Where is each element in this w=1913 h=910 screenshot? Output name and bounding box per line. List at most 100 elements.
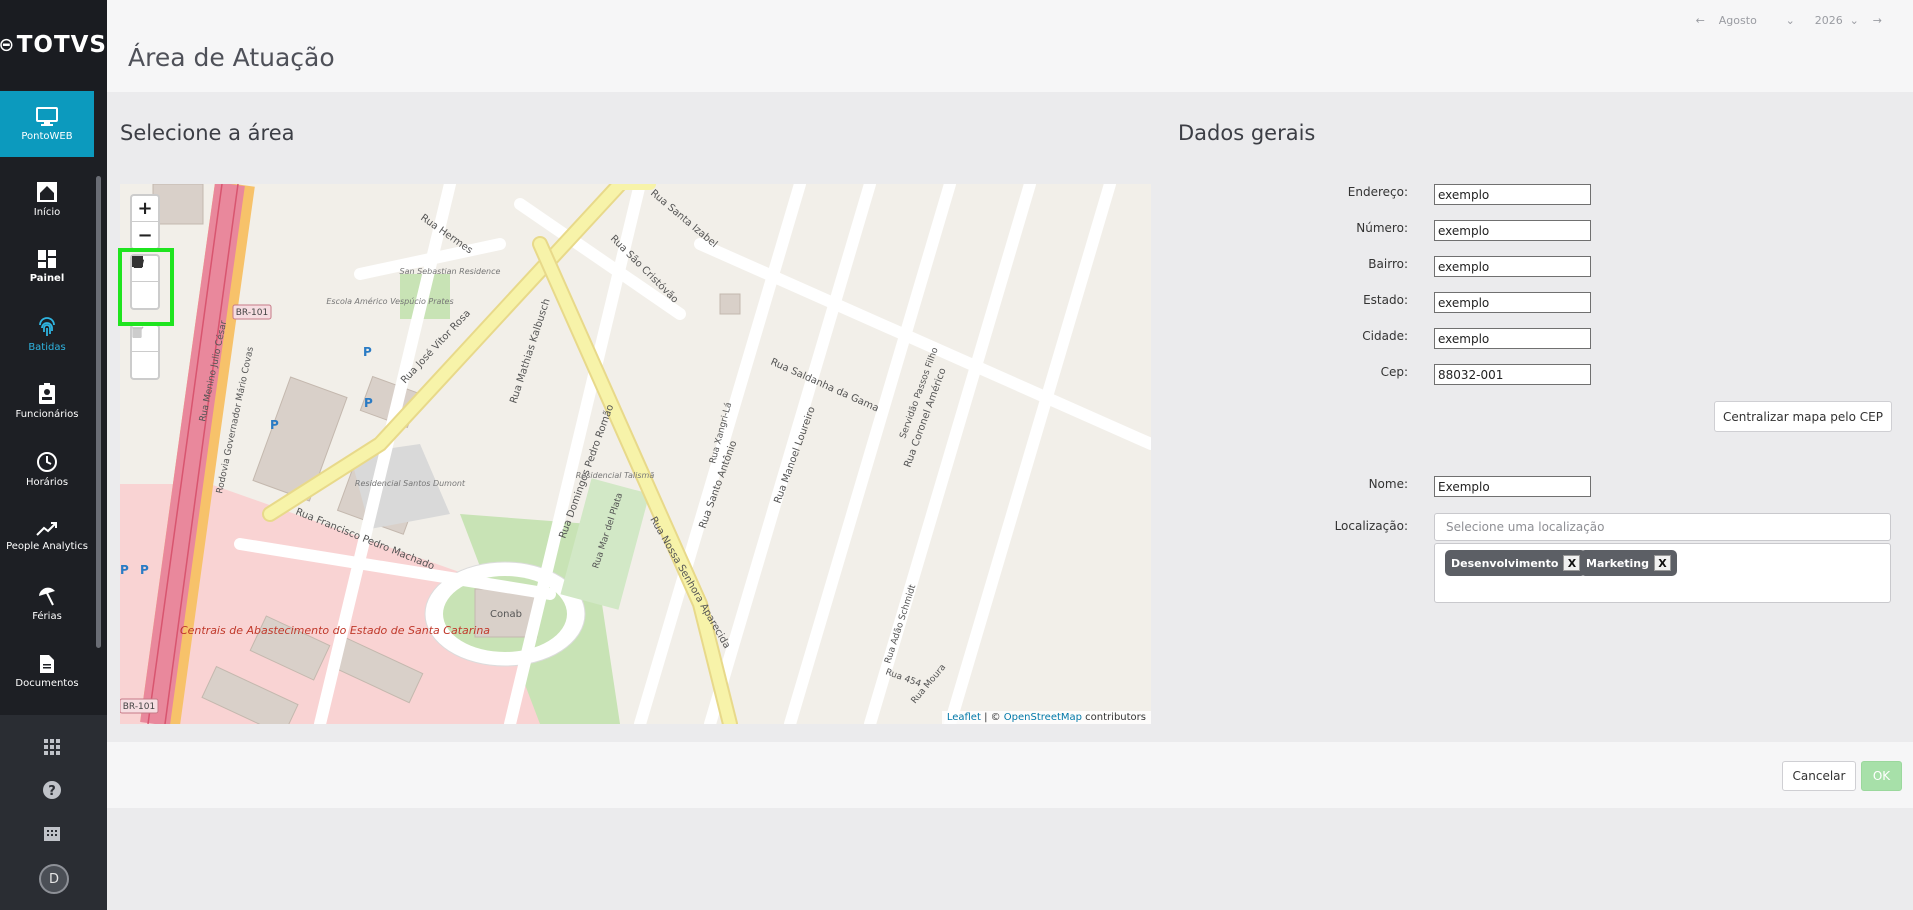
apps-grid-icon[interactable] <box>38 733 66 761</box>
sidebar-item-inicio[interactable]: Início <box>0 166 94 232</box>
sidebar-item-batidas[interactable]: Batidas <box>0 301 94 367</box>
month-select[interactable]: Agosto ⌄ <box>1719 14 1801 27</box>
draw-tools-highlight <box>118 248 174 326</box>
map-label-escola: Escola Américo Vespúcio Prates <box>326 296 453 306</box>
sidebar-item-label: PontoWEB <box>21 130 73 142</box>
form-section-title: Dados gerais <box>1178 121 1316 145</box>
leaflet-link[interactable]: Leaflet <box>947 712 981 723</box>
sidebar-item-pontoweb[interactable]: PontoWEB <box>0 91 94 157</box>
sidebar-item-people-analytics[interactable]: People Analytics <box>0 503 94 569</box>
bairro-field[interactable] <box>1434 256 1591 277</box>
field-label-endereco: Endereço: <box>1347 185 1408 199</box>
svg-text:P: P <box>270 418 279 432</box>
map-shield-br101: BR-101 <box>236 308 269 318</box>
map-shield-br101: BR-101 <box>123 702 156 712</box>
map-label-saldanha: Rua Saldanha da Gama <box>769 357 881 415</box>
map-label-mathias: Rua Mathias Kalbusch <box>508 297 552 405</box>
remove-tag-button[interactable]: X <box>1654 555 1672 571</box>
fingerprint-icon <box>39 316 55 336</box>
sidebar-scrollbar[interactable] <box>96 176 101 648</box>
help-icon[interactable]: ? <box>38 776 66 804</box>
center-map-button[interactable]: Centralizar mapa pelo CEP <box>1714 401 1892 432</box>
remove-tag-button[interactable]: X <box>1563 555 1581 571</box>
map-label-santa-izabel: Rua Santa Izabel <box>648 188 719 250</box>
sidebar-item-label: Horários <box>25 476 69 488</box>
page-title: Área de Atuação <box>128 43 335 72</box>
chevron-down-icon: ⌄ <box>1849 14 1859 27</box>
year-select[interactable]: 2026 ⌄ <box>1815 14 1859 27</box>
totvs-logo-icon <box>0 38 13 52</box>
map-attribution: Leaflet | © OpenStreetMap contributors <box>941 711 1151 724</box>
building-icon[interactable] <box>38 819 66 847</box>
map-label-454: Rua 454 <box>884 667 923 689</box>
sidebar-item-label: Férias <box>32 610 62 622</box>
field-label-cidade: Cidade: <box>1362 329 1408 343</box>
nome-field[interactable] <box>1434 476 1591 497</box>
next-period-icon[interactable]: → <box>1873 14 1882 27</box>
tag-desenvolvimento: Desenvolvimento X <box>1445 550 1587 576</box>
map-label-conab: Conab <box>490 609 522 620</box>
field-label-bairro: Bairro: <box>1368 257 1408 271</box>
osm-link[interactable]: OpenStreetMap <box>1004 712 1082 723</box>
beach-umbrella-icon <box>39 587 55 605</box>
brand-name: TOTVS <box>16 32 107 58</box>
numero-field[interactable] <box>1434 220 1591 241</box>
endereco-field[interactable] <box>1434 184 1591 205</box>
map[interactable]: Rua José Vitor Rosa Rua Francisco Pedro … <box>120 184 1151 724</box>
ok-button[interactable]: OK <box>1861 761 1902 791</box>
logo: TOTVS <box>0 0 107 90</box>
trash-icon <box>132 327 142 338</box>
svg-text:P: P <box>140 563 149 577</box>
dashboard-icon <box>38 249 56 268</box>
field-label-estado: Estado: <box>1363 293 1408 307</box>
map-section-title: Selecione a área <box>120 121 295 145</box>
location-select-input[interactable]: Selecione uma localização <box>1434 513 1891 541</box>
sidebar-item-label: Painel <box>29 272 65 284</box>
edit-toolbar <box>130 324 160 380</box>
estado-field[interactable] <box>1434 292 1591 313</box>
field-label-cep: Cep: <box>1380 365 1408 379</box>
sidebar-item-documentos[interactable]: Documentos <box>0 638 94 704</box>
document-icon <box>40 654 54 673</box>
svg-text:?: ? <box>48 784 56 799</box>
svg-text:P: P <box>120 563 129 577</box>
sidebar-item-funcionarios[interactable]: Funcionários <box>0 368 94 434</box>
sidebar-item-label: Funcionários <box>15 408 79 420</box>
footer-bar: Cancelar OK <box>107 742 1913 808</box>
cep-field[interactable] <box>1434 364 1591 385</box>
sidebar-item-label: Batidas <box>28 341 66 353</box>
chevron-down-icon: ⌄ <box>1785 14 1795 27</box>
location-tags[interactable]: Desenvolvimento X Marketing X <box>1434 543 1891 603</box>
svg-text:P: P <box>364 396 373 410</box>
zoom-control: + − <box>130 194 160 250</box>
map-label-residencial-santos: Residencial Santos Dumont <box>355 479 466 488</box>
id-badge-icon <box>39 382 55 404</box>
sidebar-item-horarios[interactable]: Horários <box>0 436 94 502</box>
sidebar-item-painel[interactable]: Painel <box>0 233 94 299</box>
map-label-residencial-talisma: Residencial Talismã <box>576 471 655 480</box>
sidebar-item-ferias[interactable]: Férias <box>0 570 94 636</box>
map-label-san-sebastian: San Sebastian Residence <box>400 267 501 276</box>
header: Área de Atuação ← Agosto ⌄ 2026 ⌄ → <box>107 0 1913 92</box>
sidebar: TOTVS PontoWEB Início Painel Batidas Fun… <box>0 0 107 910</box>
avatar[interactable]: D <box>39 864 69 894</box>
delete-layers-button[interactable] <box>132 327 158 378</box>
clock-icon <box>37 451 57 472</box>
field-label-localizacao: Localização: <box>1334 519 1408 533</box>
map-label-adao: Rua Adão Schmidt <box>883 583 918 665</box>
tag-marketing: Marketing X <box>1580 550 1678 576</box>
previous-period-icon[interactable]: ← <box>1696 14 1705 27</box>
zoom-in-button[interactable]: + <box>132 196 158 222</box>
sidebar-item-label: People Analytics <box>6 540 88 552</box>
sidebar-item-label: Documentos <box>15 677 79 689</box>
home-icon <box>37 181 57 202</box>
cidade-field[interactable] <box>1434 328 1591 349</box>
map-label-centrais: Centrais de Abastecimento do Estado de S… <box>180 624 490 637</box>
field-label-numero: Número: <box>1356 221 1408 235</box>
period-selector: ← Agosto ⌄ 2026 ⌄ → <box>1690 14 1888 27</box>
svg-text:P: P <box>363 345 372 359</box>
cancel-button[interactable]: Cancelar <box>1782 761 1856 791</box>
zoom-out-button[interactable]: − <box>132 222 158 248</box>
field-label-nome: Nome: <box>1368 477 1408 491</box>
sidebar-item-label: Início <box>33 206 61 218</box>
